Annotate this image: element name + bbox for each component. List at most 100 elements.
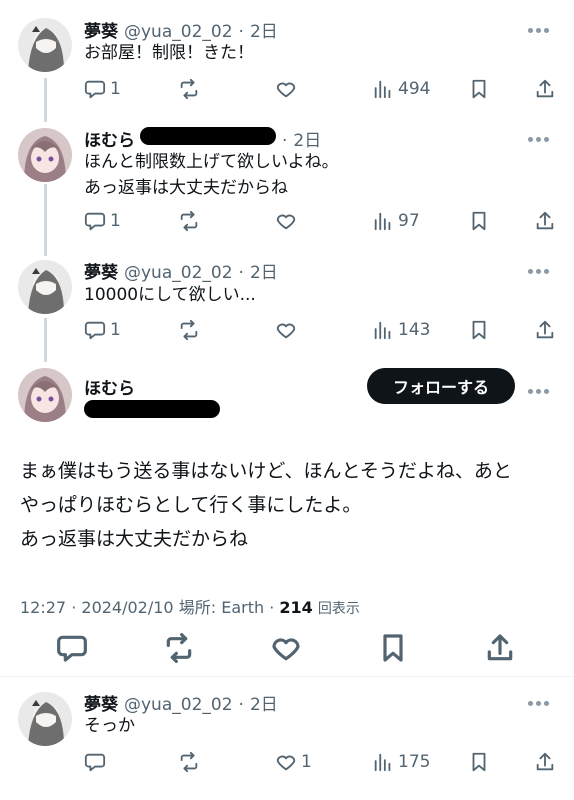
- tweet-time[interactable]: 2日: [250, 17, 278, 42]
- view-count: 97: [398, 211, 420, 231]
- share-icon: [487, 634, 513, 661]
- views-icon: [374, 321, 391, 340]
- author-handle[interactable]: @yua_02_02: [124, 695, 233, 715]
- more-icon[interactable]: [528, 696, 552, 706]
- avatar-yua[interactable]: [18, 692, 72, 746]
- author-name[interactable]: ほむら: [84, 126, 135, 151]
- more-icon[interactable]: [528, 132, 552, 142]
- tweet-text-line: お部屋！制限！きた！: [84, 43, 254, 63]
- tweet-time[interactable]: 2日: [250, 258, 278, 283]
- heart-icon: [276, 82, 296, 98]
- avatar-yua[interactable]: [18, 18, 72, 72]
- reply-count: 1: [110, 79, 121, 99]
- retweet-button[interactable]: [178, 78, 200, 100]
- tweet-header: ほむら: [84, 126, 135, 151]
- reply-button[interactable]: [56, 632, 88, 668]
- separator-dot: ·: [238, 263, 244, 283]
- heart-icon: [272, 638, 300, 661]
- tweet-text-line: 10000にして欲しい...: [84, 285, 256, 305]
- views-button[interactable]: 175: [372, 751, 430, 773]
- separator-dot: ·: [269, 598, 275, 617]
- tweet-header: 夢葵 @yua_02_02 · 2日: [84, 690, 278, 715]
- tweet-text-line: あっ返事は大丈夫だからね: [20, 528, 249, 550]
- author-name[interactable]: 夢葵: [84, 258, 118, 283]
- share-icon: [536, 752, 554, 771]
- retweet-icon: [166, 633, 192, 663]
- bookmark-icon: [472, 320, 486, 340]
- tweet-text: ほんと制限数上げて欲しいよね。 あっ返事は大丈夫だからね: [84, 149, 339, 201]
- retweet-button[interactable]: [178, 210, 200, 232]
- avatar-homura[interactable]: [18, 368, 72, 422]
- retweet-icon: [180, 751, 198, 773]
- tweet-time[interactable]: 12:27: [20, 598, 66, 617]
- share-button[interactable]: [484, 632, 516, 668]
- separator-dot: ·: [71, 598, 77, 617]
- tweet-date[interactable]: 2024/02/10: [81, 598, 173, 617]
- share-icon: [536, 320, 554, 339]
- share-icon: [536, 211, 554, 230]
- views-label: 回表示: [317, 601, 360, 617]
- like-button[interactable]: [275, 210, 301, 232]
- share-button[interactable]: [534, 78, 556, 100]
- retweet-icon: [180, 78, 198, 100]
- view-count: 175: [398, 752, 431, 772]
- retweet-icon: [180, 319, 198, 341]
- author-handle[interactable]: @yua_02_02: [124, 263, 233, 283]
- views-button[interactable]: 143: [372, 319, 430, 341]
- divider: [0, 676, 574, 677]
- author-name[interactable]: 夢葵: [84, 690, 118, 715]
- tweet-text-line: やっぱりほむらとして行く事にしたよ。: [20, 494, 362, 516]
- tweet-text-line: まぁ僕はもう送る事はないけど、ほんとそうだよね、あと: [20, 460, 512, 482]
- location-value: Earth: [221, 598, 265, 617]
- tweet-text: そっか: [84, 713, 135, 739]
- bookmark-icon: [383, 634, 403, 662]
- retweet-button[interactable]: [178, 319, 200, 341]
- author-handle[interactable]: @yua_02_02: [124, 22, 233, 42]
- like-button[interactable]: [275, 78, 301, 100]
- tweet-header: ほむら: [84, 374, 135, 399]
- reply-button[interactable]: 1: [84, 319, 121, 341]
- like-button[interactable]: [275, 319, 301, 341]
- bookmark-button[interactable]: [468, 319, 490, 341]
- redaction-bar: [84, 400, 220, 418]
- bookmark-button[interactable]: [468, 751, 490, 773]
- retweet-button[interactable]: [163, 632, 195, 668]
- follow-button[interactable]: フォローする: [367, 368, 515, 404]
- like-button[interactable]: 1: [275, 751, 312, 773]
- bookmark-button[interactable]: [468, 210, 490, 232]
- like-button[interactable]: [270, 632, 302, 668]
- avatar-homura[interactable]: [18, 128, 72, 182]
- share-button[interactable]: [534, 319, 556, 341]
- bookmark-icon: [472, 79, 486, 99]
- reply-button[interactable]: [84, 751, 110, 773]
- views-button[interactable]: 494: [372, 78, 430, 100]
- retweet-button[interactable]: [178, 751, 200, 773]
- more-icon[interactable]: [528, 384, 552, 394]
- author-name[interactable]: 夢葵: [84, 17, 118, 42]
- reply-button[interactable]: 1: [84, 78, 121, 100]
- views-button[interactable]: 97: [372, 210, 420, 232]
- views-icon: [374, 753, 391, 772]
- share-button[interactable]: [534, 210, 556, 232]
- separator-dot: ·: [282, 131, 288, 151]
- tweet-header: 夢葵 @yua_02_02 · 2日: [84, 17, 278, 42]
- heart-icon: [276, 755, 296, 771]
- share-button[interactable]: [534, 751, 556, 773]
- tweet-text-line: ほんと制限数上げて欲しいよね。: [84, 152, 339, 172]
- bookmark-button[interactable]: [377, 632, 409, 668]
- more-icon[interactable]: [528, 264, 552, 274]
- author-name[interactable]: ほむら: [84, 374, 135, 399]
- thread-line: [44, 318, 47, 362]
- tweet-time[interactable]: 2日: [250, 690, 278, 715]
- share-icon: [536, 79, 554, 98]
- reply-button[interactable]: 1: [84, 210, 121, 232]
- bookmark-button[interactable]: [468, 78, 490, 100]
- avatar-yua[interactable]: [18, 260, 72, 314]
- tweet-time[interactable]: 2日: [293, 126, 321, 151]
- more-icon[interactable]: [528, 23, 552, 33]
- bookmark-icon: [472, 752, 486, 772]
- tweet-text: まぁ僕はもう送る事はないけど、ほんとそうだよね、あと やっぱりほむらとして行く事…: [20, 454, 560, 556]
- tweet-meta: 12:27 · 2024/02/10 場所: Earth · 214 回表示: [20, 594, 360, 618]
- redaction-bar: [140, 127, 276, 145]
- tweet-text: お部屋！制限！きた！: [84, 40, 254, 66]
